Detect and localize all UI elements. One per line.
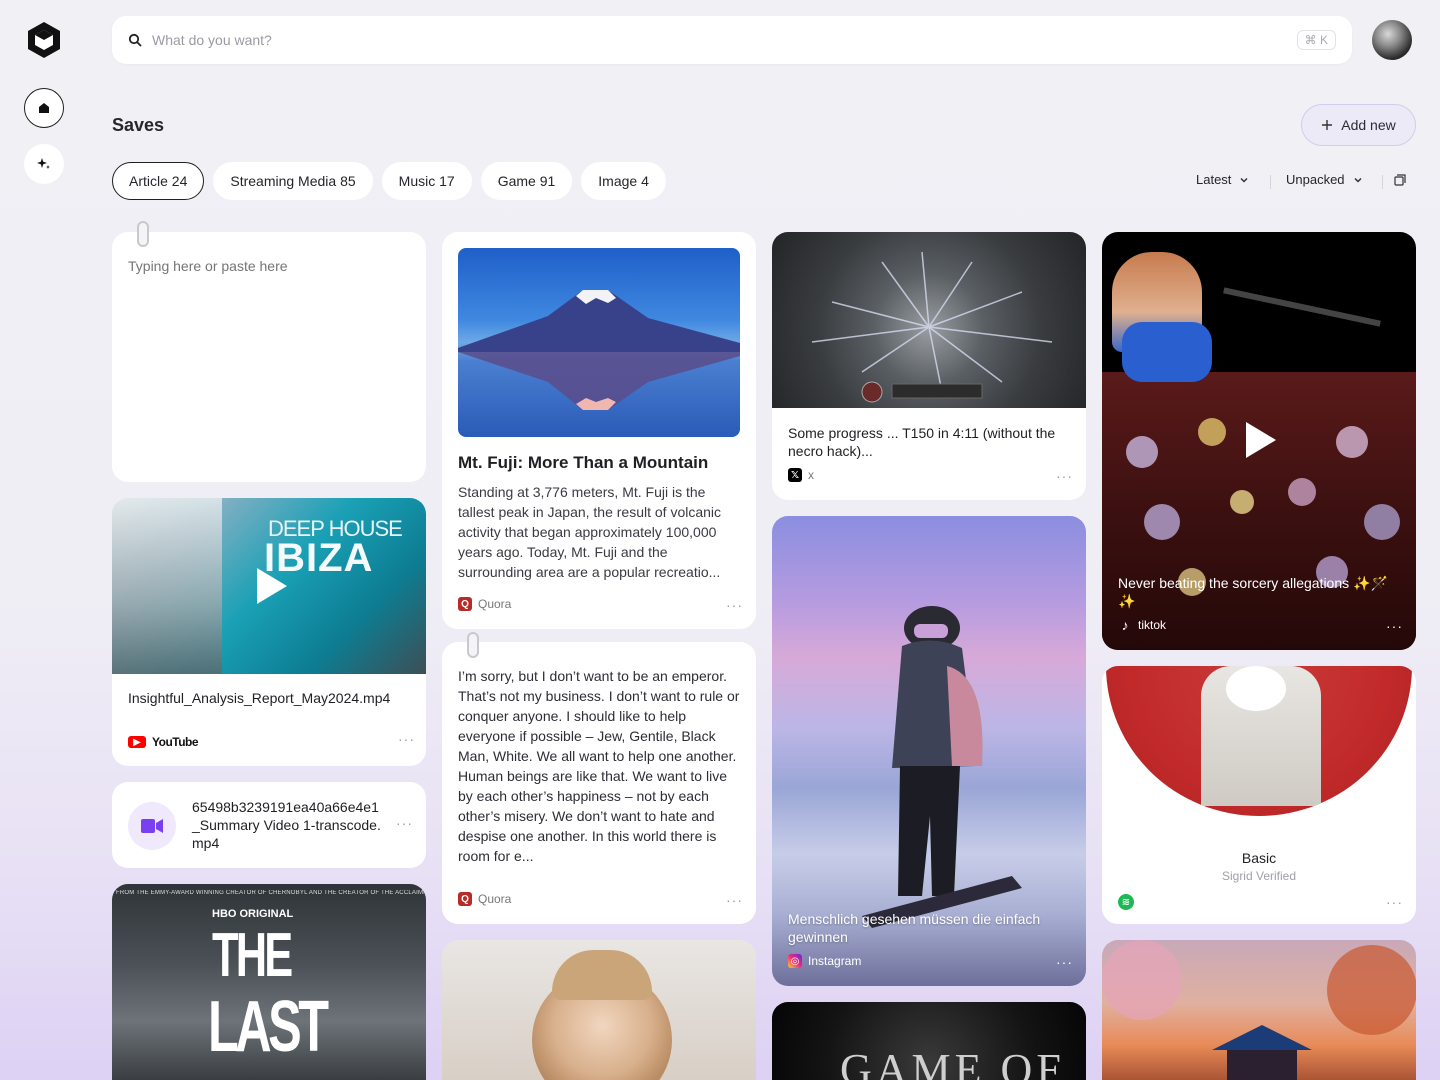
file-card[interactable]: 65498b3239191ea40a66e4e1_Summary Video 1… (112, 782, 426, 868)
video-file-icon (128, 802, 176, 850)
video-card-ibiza[interactable]: DEEP HOUSE IBIZA Insightful_Analysis_Rep… (112, 498, 426, 766)
page-title: Saves (112, 115, 165, 135)
source-label: ♪ tiktok (1118, 617, 1167, 633)
more-options-button[interactable]: ··· (1386, 894, 1403, 910)
filter-tabs: Article 24 Streaming Media 85 Music 17 G… (112, 162, 666, 200)
track-artist: Sigrid Verified (1221, 869, 1297, 883)
card-title: Mt. Fuji: More Than a Mountain (458, 453, 709, 472)
spotify-icon: ≋ (1118, 894, 1134, 910)
image-card-game-of-thrones[interactable]: GAME OF (772, 1002, 1086, 1080)
divider (1382, 175, 1383, 189)
track-title: Basic (1241, 850, 1277, 866)
x-icon: 𝕏 (788, 468, 802, 482)
more-options-button[interactable]: ··· (1056, 954, 1073, 970)
more-options-button[interactable]: ··· (398, 731, 415, 747)
paperclip-icon (467, 632, 479, 658)
note-card[interactable] (112, 232, 426, 482)
quora-icon: Q (458, 892, 472, 906)
instagram-icon: ◎ (788, 954, 802, 968)
filter-chip-article[interactable]: Article 24 (112, 162, 205, 200)
note-input[interactable] (128, 258, 410, 458)
video-card-concert[interactable]: Never beating the sorcery allegations ✨🪄… (1102, 232, 1416, 650)
state-filter-dropdown[interactable]: Unpacked (1286, 172, 1363, 187)
quora-icon: Q (458, 597, 472, 611)
windows-icon (1394, 174, 1406, 186)
poster-tagline: FROM THE EMMY-AWARD WINNING CREATOR OF C… (116, 890, 424, 896)
source-label: Q Quora (458, 892, 511, 906)
filter-chip-game[interactable]: Game 91 (480, 162, 573, 200)
chevron-down-icon (1354, 177, 1362, 183)
divider (1270, 175, 1271, 189)
card-title: Some progress ... T150 in 4:11 (without … (788, 425, 1056, 459)
video-thumbnail: DEEP HOUSE IBIZA (112, 498, 426, 674)
game-card[interactable]: Some progress ... T150 in 4:11 (without … (772, 232, 1086, 500)
chevron-down-icon (1240, 177, 1248, 183)
filter-chip-image[interactable]: Image 4 (581, 162, 666, 200)
play-icon[interactable] (257, 568, 287, 604)
music-card[interactable]: Basic Sigrid Verified ≋ ··· (1102, 666, 1416, 924)
search-icon (128, 33, 142, 47)
add-new-button[interactable]: Add new (1301, 104, 1416, 146)
add-new-label: Add new (1341, 117, 1396, 133)
card-title: Menschlich gesehen müssen die einfach ge… (788, 911, 1041, 945)
image-card-temple[interactable] (1102, 940, 1416, 1080)
search-input[interactable] (152, 32, 1297, 48)
filter-chip-music[interactable]: Music 17 (381, 162, 472, 200)
source-label: ◎ Instagram (788, 954, 861, 968)
layout-toggle-button[interactable] (1394, 174, 1406, 186)
sparkle-icon (37, 158, 50, 169)
source-label: 𝕏 x (788, 468, 814, 482)
card-title: GAME OF (840, 1045, 1065, 1080)
source-label: ▶ YouTube (128, 735, 199, 749)
card-body: Standing at 3,776 meters, Mt. Fuji is th… (458, 484, 722, 580)
card-title: Never beating the sorcery allegations ✨🪄… (1118, 575, 1388, 609)
home-button[interactable] (24, 88, 64, 128)
poster-title: LAST (208, 987, 329, 1067)
source-label: ≋ (1118, 894, 1134, 910)
plus-icon (1322, 120, 1333, 130)
more-options-button[interactable]: ··· (726, 892, 743, 908)
poster-card-last-of-us[interactable]: FROM THE EMMY-AWARD WINNING CREATOR OF C… (112, 884, 426, 1080)
more-options-button[interactable]: ··· (1386, 618, 1403, 634)
album-art (1106, 666, 1412, 816)
home-icon (39, 103, 49, 113)
poster-title: THE (212, 921, 293, 990)
poster-brand: HBO ORIGINAL (212, 908, 294, 920)
sort-order-label: Latest (1196, 172, 1232, 187)
article-image (458, 248, 740, 437)
state-filter-label: Unpacked (1286, 172, 1345, 187)
more-options-button[interactable]: ··· (1056, 468, 1073, 484)
game-screenshot (772, 232, 1086, 408)
image-card-portrait[interactable] (442, 940, 756, 1080)
tiktok-icon: ♪ (1121, 617, 1129, 633)
avatar[interactable] (1372, 20, 1412, 60)
more-options-button[interactable]: ··· (726, 597, 743, 613)
app-logo[interactable] (25, 20, 63, 60)
play-icon[interactable] (1246, 422, 1276, 458)
shortcut-hint: ⌘ K (1296, 30, 1336, 50)
article-card-fuji[interactable]: Mt. Fuji: More Than a Mountain Standing … (442, 232, 756, 629)
source-label: Q Quora (458, 597, 511, 611)
filter-chip-streaming-media[interactable]: Streaming Media 85 (213, 162, 373, 200)
image-card-snowboarder[interactable]: Menschlich gesehen müssen die einfach ge… (772, 516, 1086, 986)
sort-order-dropdown[interactable]: Latest (1196, 172, 1249, 187)
card-title: Insightful_Analysis_Report_May2024.mp4 (128, 690, 391, 706)
paperclip-icon (137, 221, 149, 247)
more-options-button[interactable]: ··· (396, 815, 413, 831)
youtube-icon: ▶ (128, 736, 146, 748)
search-bar: ⌘ K (112, 16, 1352, 64)
card-title: 65498b3239191ea40a66e4e1_Summary Video 1… (192, 799, 381, 851)
article-card-quote[interactable]: I’m sorry, but I don’t want to be an emp… (442, 642, 756, 924)
card-body: I’m sorry, but I don’t want to be an emp… (458, 668, 740, 864)
ai-assistant-button[interactable] (24, 144, 64, 184)
